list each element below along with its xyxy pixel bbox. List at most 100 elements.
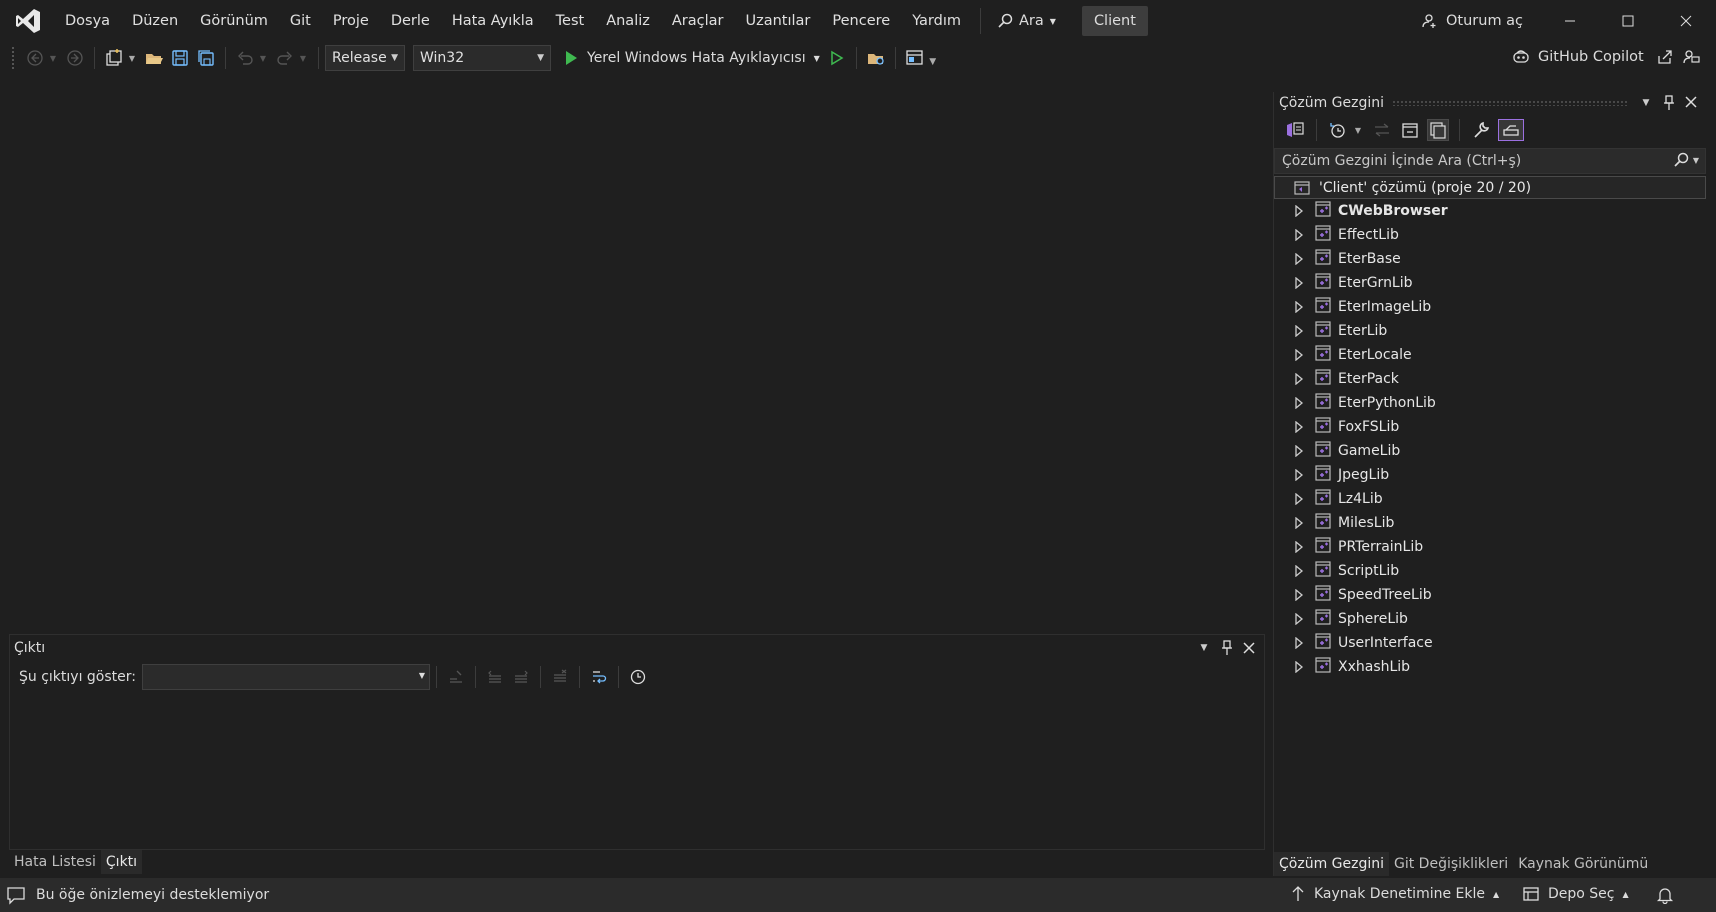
tree-project-item[interactable]: Lz4Lib (1274, 487, 1706, 511)
expand-chevron-icon[interactable] (1274, 445, 1314, 457)
chevron-down-icon[interactable]: ▼ (1638, 95, 1654, 111)
start-debugging-button[interactable]: Yerel Windows Hata Ayıklayıcısı ▼ (563, 50, 820, 66)
menu-item-9[interactable]: Araçlar (661, 7, 735, 35)
expand-chevron-icon[interactable] (1274, 517, 1314, 529)
tree-project-item[interactable]: ScriptLib (1274, 559, 1706, 583)
tree-project-item[interactable]: SpeedTreeLib (1274, 583, 1706, 607)
chevron-down-icon[interactable]: ▼ (814, 54, 820, 63)
tree-project-item[interactable]: SphereLib (1274, 607, 1706, 631)
expand-chevron-icon[interactable] (1274, 277, 1314, 289)
search-button[interactable]: Ara ▼ (989, 13, 1064, 29)
chevron-down-icon[interactable]: ▼ (298, 54, 308, 63)
feedback-icon[interactable] (1682, 48, 1700, 66)
toggle-word-wrap-button[interactable] (588, 666, 610, 688)
tree-project-item[interactable]: EterLib (1274, 319, 1706, 343)
maximize-button[interactable] (1603, 6, 1653, 36)
menu-item-2[interactable]: Görünüm (189, 7, 279, 35)
pending-changes-filter-button[interactable] (1327, 119, 1349, 141)
chevron-down-icon[interactable]: ▼ (1693, 156, 1699, 165)
find-message-button[interactable] (445, 666, 467, 688)
chevron-down-icon[interactable]: ▼ (258, 54, 268, 63)
platform-select[interactable]: Win32 ▼ (413, 45, 551, 71)
notifications-bell-icon[interactable] (1656, 886, 1674, 904)
expand-chevron-icon[interactable] (1274, 301, 1314, 313)
menu-item-7[interactable]: Test (545, 7, 596, 35)
expand-chevron-icon[interactable] (1274, 637, 1314, 649)
chevron-down-icon[interactable]: ▼ (127, 54, 137, 63)
expand-chevron-icon[interactable] (1274, 325, 1314, 337)
minimize-button[interactable] (1545, 6, 1595, 36)
tab-solution-explorer[interactable]: Çözüm Gezgini (1274, 852, 1389, 876)
expand-chevron-icon[interactable] (1274, 589, 1314, 601)
menu-item-3[interactable]: Git (279, 7, 322, 35)
configuration-select[interactable]: Release ▼ (325, 45, 405, 71)
tree-project-item[interactable]: EterPack (1274, 367, 1706, 391)
chevron-down-icon[interactable]: ▼ (1196, 640, 1212, 656)
next-message-button[interactable] (510, 666, 532, 688)
menu-item-1[interactable]: Düzen (121, 7, 189, 35)
chevron-down-icon[interactable]: ▼ (1353, 126, 1363, 135)
add-to-source-control-button[interactable]: Kaynak Denetimine Ekle ▲ (1290, 885, 1499, 903)
pin-icon[interactable] (1662, 95, 1676, 111)
menu-item-4[interactable]: Proje (322, 7, 380, 35)
tree-project-item[interactable]: JpegLib (1274, 463, 1706, 487)
clear-all-button[interactable] (549, 666, 571, 688)
navigate-forward-button[interactable] (64, 47, 86, 69)
tab-git-changes[interactable]: Git Değişiklikleri (1389, 852, 1513, 876)
navigate-back-button[interactable] (24, 47, 46, 69)
pin-icon[interactable] (1220, 640, 1234, 656)
solution-explorer-header[interactable]: Çözüm Gezgini ▼ (1274, 92, 1706, 114)
close-icon[interactable] (1242, 641, 1256, 655)
tree-project-item[interactable]: MilesLib (1274, 511, 1706, 535)
tree-project-item[interactable]: EterGrnLib (1274, 271, 1706, 295)
undo-button[interactable] (234, 47, 256, 69)
share-icon[interactable] (1656, 48, 1674, 66)
tree-project-item[interactable]: PRTerrainLib (1274, 535, 1706, 559)
menu-item-10[interactable]: Uzantılar (735, 7, 822, 35)
redo-button[interactable] (274, 47, 296, 69)
toolbar-grip[interactable] (12, 47, 14, 69)
properties-button[interactable] (1470, 119, 1492, 141)
expand-chevron-icon[interactable] (1274, 373, 1314, 385)
menu-item-11[interactable]: Pencere (821, 7, 901, 35)
previous-message-button[interactable] (484, 666, 506, 688)
sync-with-active-document-button[interactable] (1371, 119, 1393, 141)
tree-project-item[interactable]: XxhashLib (1274, 655, 1706, 679)
toggle-timestamp-button[interactable] (627, 666, 649, 688)
expand-chevron-icon[interactable] (1274, 229, 1314, 241)
preview-selected-items-button[interactable] (1498, 119, 1524, 141)
save-button[interactable] (169, 47, 191, 69)
start-without-debugging-button[interactable] (826, 47, 848, 69)
tree-project-item[interactable]: EffectLib (1274, 223, 1706, 247)
menu-item-8[interactable]: Analiz (595, 7, 661, 35)
visual-studio-logo-icon[interactable] (14, 7, 42, 35)
menu-item-6[interactable]: Hata Ayıkla (441, 7, 545, 35)
expand-chevron-icon[interactable] (1274, 421, 1314, 433)
expand-chevron-icon[interactable] (1274, 253, 1314, 265)
tree-project-item[interactable]: GameLib (1274, 439, 1706, 463)
menu-item-5[interactable]: Derle (380, 7, 441, 35)
expand-chevron-icon[interactable] (1274, 469, 1314, 481)
search-icon[interactable] (1673, 152, 1689, 168)
tab-error-list[interactable]: Hata Listesi (9, 850, 101, 874)
tab-output[interactable]: Çıktı (100, 850, 143, 874)
tree-project-item[interactable]: EterBase (1274, 247, 1706, 271)
switch-views-button[interactable] (1284, 119, 1306, 141)
expand-chevron-icon[interactable] (1274, 541, 1314, 553)
tree-project-item[interactable]: EterPythonLib (1274, 391, 1706, 415)
output-header[interactable]: Çıktı ▼ (10, 635, 1264, 661)
tree-project-item[interactable]: UserInterface (1274, 631, 1706, 655)
new-project-button[interactable] (103, 47, 125, 69)
expand-chevron-icon[interactable] (1274, 613, 1314, 625)
expand-chevron-icon[interactable] (1274, 493, 1314, 505)
expand-chevron-icon[interactable] (1274, 397, 1314, 409)
tab-resource-view[interactable]: Kaynak Görünümü (1513, 852, 1653, 876)
select-repository-button[interactable]: Depo Seç ▲ (1522, 885, 1629, 903)
output-text-area[interactable] (10, 693, 1264, 848)
output-source-select[interactable]: ▼ (141, 664, 430, 690)
show-all-files-button[interactable] (1427, 119, 1449, 141)
solution-explorer-search-input[interactable]: Çözüm Gezgini İçinde Ara (Ctrl+ş) ▼ (1274, 148, 1706, 174)
solution-name-badge[interactable]: Client (1081, 6, 1148, 36)
expand-chevron-icon[interactable] (1274, 205, 1314, 217)
collapse-all-button[interactable] (1399, 119, 1421, 141)
